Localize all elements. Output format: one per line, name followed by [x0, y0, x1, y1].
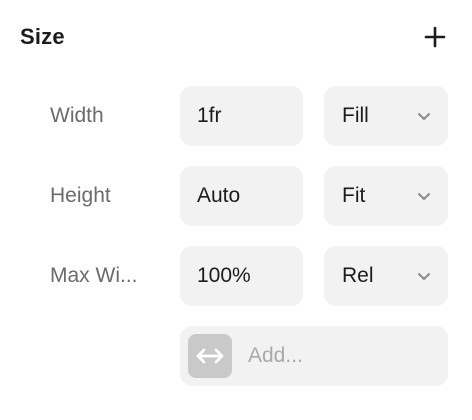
- max-width-label: Max Wi...: [50, 264, 138, 287]
- max-width-input[interactable]: 100%: [180, 246, 303, 306]
- max-width-row: Max Wi... 100% Rel: [0, 246, 472, 306]
- section-title: Size: [20, 24, 65, 49]
- width-mode-select[interactable]: Fill: [324, 86, 448, 146]
- horizontal-resize-icon: [188, 334, 232, 378]
- width-row: Width 1fr Fill: [0, 86, 472, 146]
- max-width-mode-value: Rel: [342, 264, 374, 287]
- add-constraint-field[interactable]: Add...: [180, 326, 448, 386]
- width-label: Width: [50, 104, 104, 127]
- add-size-button[interactable]: [420, 22, 450, 52]
- chevron-down-icon: [416, 108, 432, 124]
- width-input[interactable]: 1fr: [180, 86, 303, 146]
- chevron-down-icon: [416, 188, 432, 204]
- height-input[interactable]: Auto: [180, 166, 303, 226]
- height-label: Height: [50, 184, 111, 207]
- chevron-down-icon: [416, 268, 432, 284]
- size-panel: Size Width 1fr Fill Height Auto Fit Max …: [0, 0, 472, 420]
- height-mode-select[interactable]: Fit: [324, 166, 448, 226]
- max-width-mode-select[interactable]: Rel: [324, 246, 448, 306]
- add-constraint-placeholder: Add...: [248, 344, 303, 367]
- width-mode-value: Fill: [342, 104, 369, 127]
- plus-icon: [420, 22, 450, 52]
- height-mode-value: Fit: [342, 184, 366, 207]
- height-row: Height Auto Fit: [0, 166, 472, 226]
